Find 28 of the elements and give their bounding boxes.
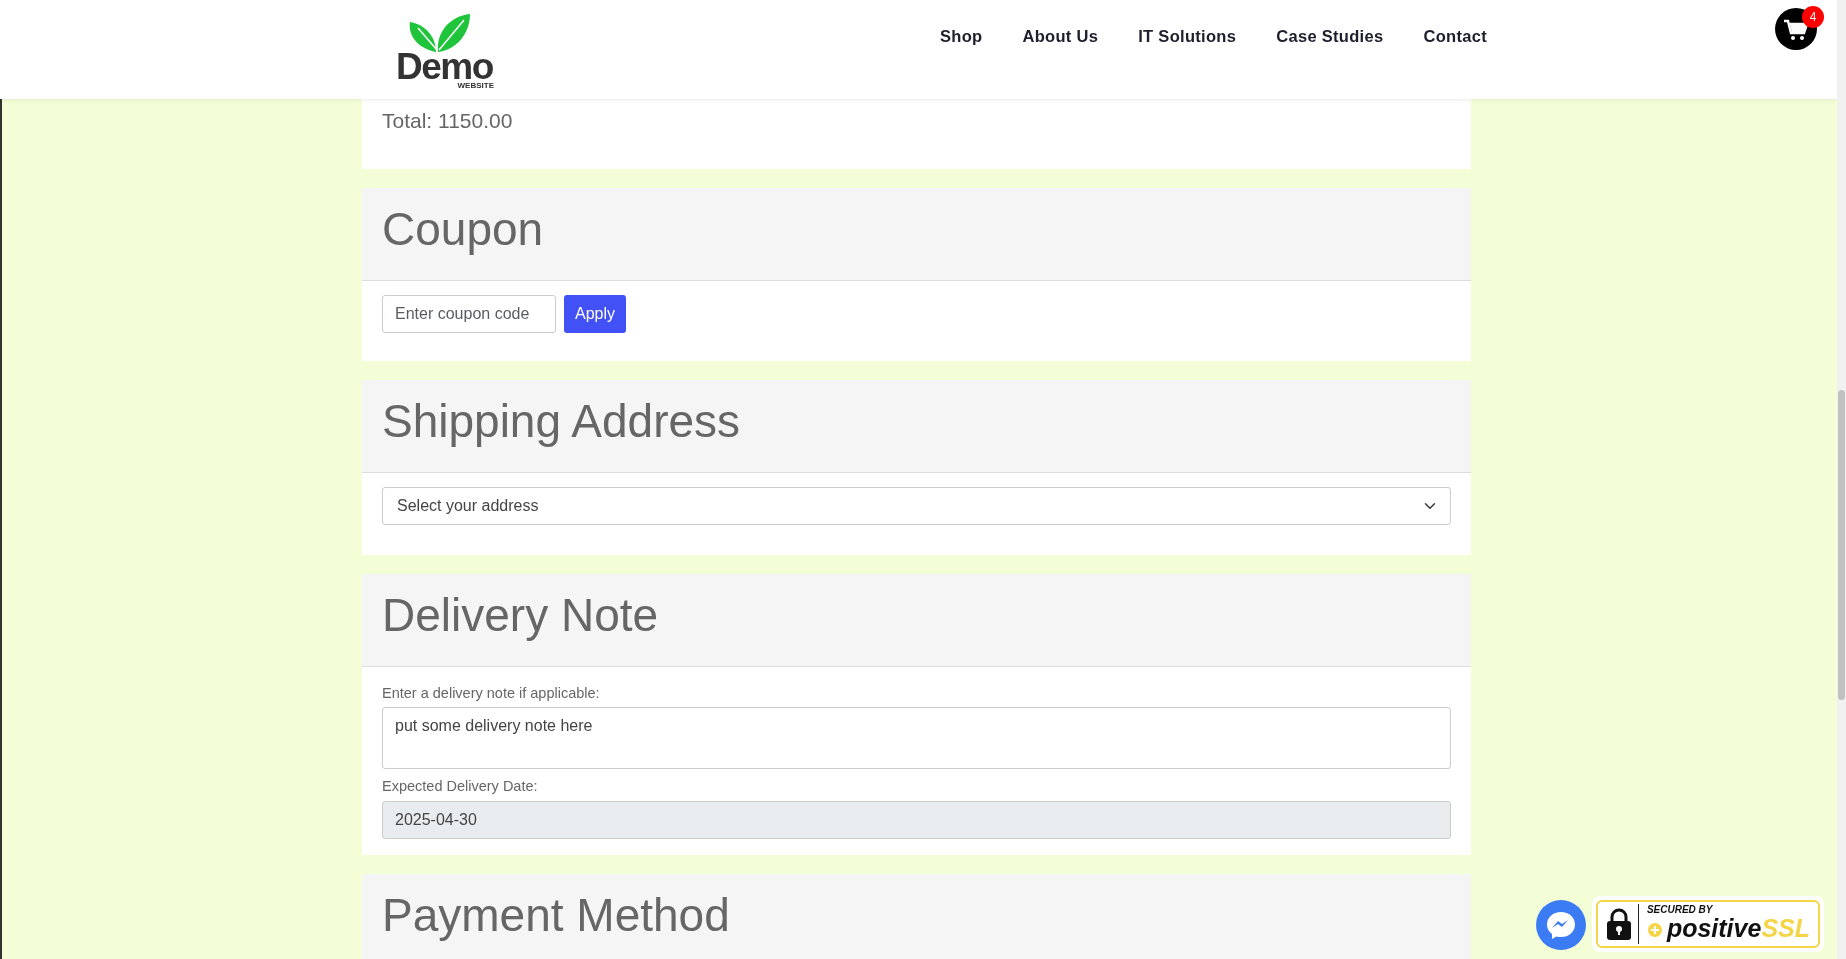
apply-button[interactable]: Apply (564, 294, 627, 333)
delivery-note-field[interactable]: put some delivery note here (382, 707, 1451, 770)
note-label: Enter a delivery note if applicable: (382, 683, 601, 703)
section-title: Payment Method (382, 888, 731, 943)
plus-circle-icon (1646, 922, 1663, 938)
nav-link[interactable]: About Us (1022, 24, 1099, 99)
nav-link[interactable]: Contact (1423, 24, 1487, 99)
address-select-field[interactable]: Select your address (382, 486, 1451, 525)
date-label: Expected Delivery Date: (382, 777, 539, 797)
order-total: Total: 1150.00 (381, 108, 514, 134)
secured-by-text: SECURED BY (1646, 904, 1714, 916)
cart-count-badge: 4 (1802, 6, 1824, 28)
logo-text: Demo (396, 52, 493, 82)
nav-link[interactable]: Shop (940, 24, 983, 99)
chat-bubble-icon[interactable] (1536, 900, 1586, 950)
date-field: 2025-04-30 (382, 801, 1451, 839)
padlock-icon (1605, 908, 1632, 940)
section-title: Shipping Address (382, 393, 742, 449)
section-title: Coupon (382, 201, 545, 257)
scrollbar[interactable] (1837, 0, 1846, 959)
coupon-input-field[interactable]: Enter coupon code (382, 294, 556, 333)
nav-link[interactable]: Case Studies (1276, 24, 1384, 99)
nav-link[interactable]: IT Solutions (1138, 24, 1237, 99)
scrollbar-thumb[interactable] (1838, 390, 1845, 700)
section-title: Delivery Note (382, 587, 660, 643)
logo-tagline: WEBSITE (456, 82, 494, 89)
brand-text: positive (1666, 914, 1762, 942)
brand-suffix-text: SSL (1761, 914, 1810, 942)
